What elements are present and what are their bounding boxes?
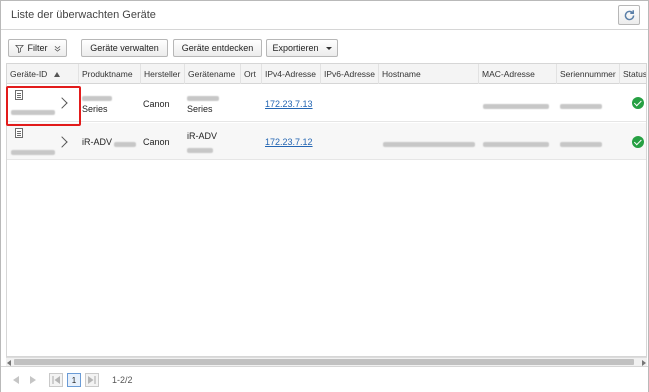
device-list-window: Liste der überwachten Geräte Filter Gerä… — [0, 0, 649, 392]
column-header-label: Geräte-ID — [10, 69, 48, 79]
column-header-status[interactable]: Status — [620, 64, 646, 84]
product-name: Series — [82, 104, 108, 114]
pagination: 1 1-2/2 — [1, 366, 648, 392]
triangle-left-icon — [13, 376, 19, 384]
device-name-prefix — [187, 93, 219, 103]
export-dropdown-button[interactable]: Exportieren — [266, 39, 338, 57]
table-row[interactable]: Series Canon Series 172.23.7.13 — [7, 85, 646, 122]
column-header-device-id[interactable]: Geräte-ID — [7, 64, 79, 84]
last-page-icon — [88, 376, 96, 384]
table-header: Geräte-ID Produktname Hersteller Geräten… — [7, 64, 646, 84]
column-header-location[interactable]: Ort — [241, 64, 262, 84]
column-header-product-name[interactable]: Produktname — [79, 64, 141, 84]
highlight-box — [6, 86, 81, 126]
manage-devices-button[interactable]: Geräte verwalten — [81, 39, 168, 57]
column-header-ipv6[interactable]: IPv6-Adresse — [321, 64, 379, 84]
device-id — [11, 147, 55, 157]
prev-arrow-button[interactable] — [9, 373, 23, 387]
hostname — [383, 139, 475, 149]
device-name: Series — [187, 104, 213, 114]
device-table: Geräte-ID Produktname Hersteller Geräten… — [6, 63, 647, 357]
triangle-right-icon — [30, 376, 36, 384]
mac-address — [483, 139, 549, 149]
filter-label: Filter — [27, 43, 48, 53]
device-icon — [15, 128, 23, 138]
page-range-text: 1-2/2 — [112, 375, 133, 385]
status-ok-icon — [632, 97, 644, 109]
manage-devices-label: Geräte verwalten — [90, 43, 159, 53]
column-header-device-name[interactable]: Gerätename — [185, 64, 241, 84]
manufacturer: Canon — [143, 137, 170, 147]
scrollbar-thumb[interactable] — [14, 359, 634, 365]
first-page-button[interactable] — [49, 373, 63, 387]
discover-devices-button[interactable]: Geräte entdecken — [173, 39, 262, 57]
caret-down-icon — [325, 46, 332, 50]
discover-devices-label: Geräte entdecken — [181, 43, 254, 53]
first-page-icon — [52, 376, 60, 384]
export-label: Exportieren — [272, 43, 319, 53]
product-name-suffix — [114, 139, 136, 149]
status-ok-icon — [632, 136, 644, 148]
window-title: Liste der überwachten Geräte — [11, 9, 156, 21]
next-arrow-button[interactable] — [26, 373, 40, 387]
refresh-button[interactable] — [618, 5, 640, 25]
ipv4-link[interactable]: 172.23.7.13 — [265, 99, 313, 109]
filter-button[interactable]: Filter — [8, 39, 67, 57]
product-name-prefix — [82, 93, 112, 103]
column-header-serial[interactable]: Seriennummer — [557, 64, 620, 84]
mac-address — [483, 101, 549, 111]
column-header-hostname[interactable]: Hostname — [379, 64, 479, 84]
serial-number — [560, 139, 602, 149]
refresh-icon — [624, 9, 634, 20]
table-row[interactable]: iR-ADV Canon iR-ADV 172.23.7.12 — [7, 123, 646, 160]
window-title-bar: Liste der überwachten Geräte — [1, 1, 648, 30]
current-page-number[interactable]: 1 — [67, 373, 81, 387]
last-page-button[interactable] — [85, 373, 99, 387]
horizontal-scrollbar[interactable] — [6, 357, 647, 366]
serial-number — [560, 101, 602, 111]
sort-ascending-icon — [53, 72, 60, 77]
manufacturer: Canon — [143, 99, 170, 109]
device-name: iR-ADV — [187, 131, 218, 141]
toolbar: Filter Geräte verwalten Geräte entdecken… — [1, 31, 648, 63]
column-header-ipv4[interactable]: IPv4-Adresse — [262, 64, 321, 84]
device-name-suffix — [187, 145, 213, 155]
column-header-manufacturer[interactable]: Hersteller — [141, 64, 185, 84]
column-header-mac[interactable]: MAC-Adresse — [479, 64, 557, 84]
product-name: iR-ADV — [82, 137, 113, 147]
double-chevron-down-icon — [54, 45, 60, 52]
funnel-icon — [14, 44, 24, 53]
chevron-right-icon[interactable] — [56, 136, 68, 148]
ipv4-link[interactable]: 172.23.7.12 — [265, 137, 313, 147]
